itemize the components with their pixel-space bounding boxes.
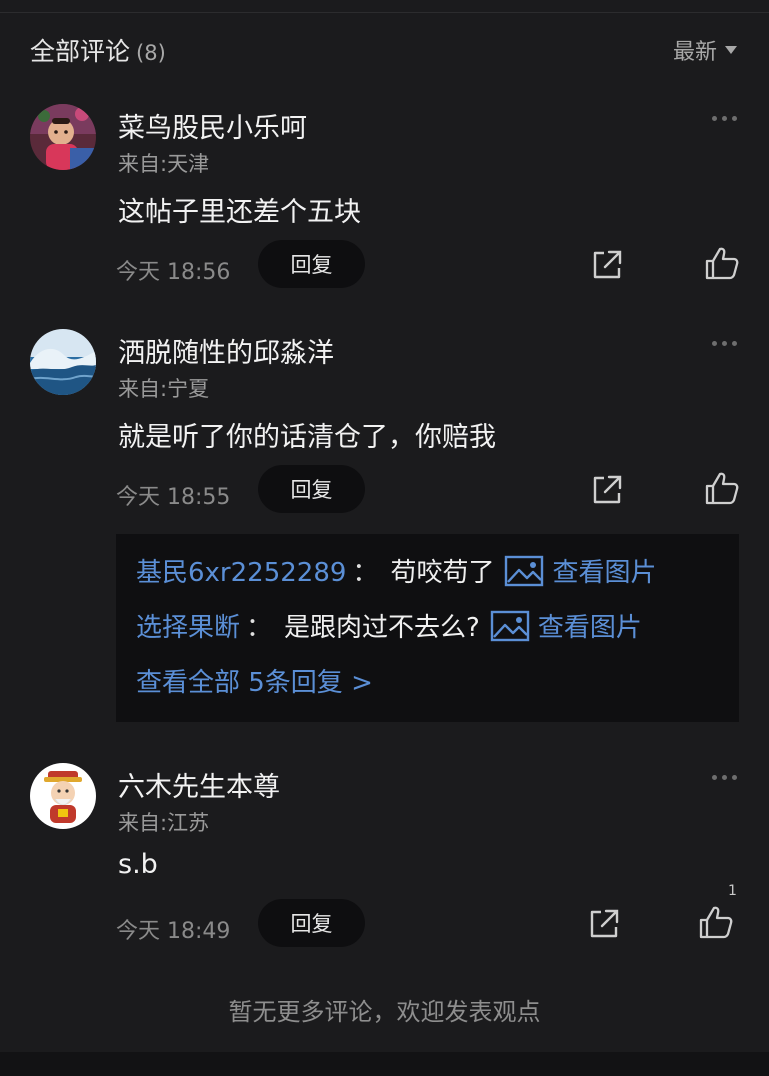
view-image-link[interactable]: 查看图片	[552, 552, 656, 589]
comment-location: 来自:宁夏	[118, 377, 210, 401]
reply-button[interactable]: 回复	[258, 240, 365, 288]
image-icon[interactable]	[490, 610, 530, 642]
comments-title-label: 全部评论	[30, 37, 131, 66]
reply-author[interactable]: 选择果断	[136, 607, 240, 644]
more-options-icon[interactable]	[712, 341, 737, 346]
sort-label: 最新	[672, 40, 717, 65]
reply-button[interactable]: 回复	[258, 899, 365, 947]
avatar[interactable]	[30, 329, 96, 395]
comment-time: 今天 18:55	[116, 485, 231, 510]
comments-header: 全部评论 (8) 最新	[0, 24, 769, 74]
reply-text: 是跟肉过不去么?	[284, 613, 480, 643]
thumbs-up-icon[interactable]	[703, 469, 741, 507]
thumbs-up-icon[interactable]	[703, 244, 741, 282]
reply-text: 苟咬苟了	[390, 558, 495, 588]
thumbs-up-icon[interactable]	[697, 903, 735, 941]
share-icon[interactable]	[590, 473, 624, 507]
comment-content: s.b	[118, 849, 158, 880]
reply-colon: ：	[246, 613, 273, 643]
share-icon[interactable]	[587, 907, 621, 941]
sort-dropdown[interactable]: 最新	[673, 34, 737, 66]
comment-author[interactable]: 六木先生本尊	[118, 765, 280, 804]
comments-title: 全部评论 (8)	[30, 32, 166, 68]
more-options-icon[interactable]	[712, 116, 737, 121]
reply-item[interactable]: 基民6xr2252289 ： 苟咬苟了 查看图片	[136, 552, 656, 589]
reply-item[interactable]: 选择果断 ： 是跟肉过不去么? 查看图片	[136, 607, 642, 644]
comment-time: 今天 18:56	[116, 260, 231, 285]
comment-content: 这帖子里还差个五块	[118, 197, 361, 228]
bottom-bar	[0, 1052, 769, 1076]
reply-button[interactable]: 回复	[258, 465, 365, 513]
image-icon[interactable]	[504, 555, 544, 587]
child-photo-icon	[30, 104, 96, 170]
top-divider	[0, 12, 769, 13]
view-all-replies-link[interactable]: 查看全部 5条回复 >	[136, 662, 373, 699]
no-more-comments-note: 暂无更多评论，欢迎发表观点	[228, 998, 541, 1026]
caret-down-icon	[725, 46, 737, 54]
share-icon[interactable]	[590, 248, 624, 282]
reply-colon: ：	[352, 558, 379, 588]
comment-content: 就是听了你的话清仓了，你赔我	[118, 422, 496, 453]
comment-location: 来自:江苏	[118, 811, 210, 835]
comment-location: 来自:天津	[118, 152, 210, 176]
view-image-link[interactable]: 查看图片	[538, 607, 642, 644]
ocean-wave-icon	[30, 329, 96, 395]
more-options-icon[interactable]	[712, 775, 737, 780]
replies-panel: 基民6xr2252289 ： 苟咬苟了 查看图片 选择果断 ： 是跟肉过不去么?…	[116, 534, 739, 722]
reply-author[interactable]: 基民6xr2252289	[136, 552, 346, 589]
fortune-god-icon	[30, 763, 96, 829]
comments-count: (8)	[136, 41, 166, 65]
avatar[interactable]	[30, 104, 96, 170]
avatar[interactable]	[30, 763, 96, 829]
comment-author[interactable]: 菜鸟股民小乐呵	[118, 106, 307, 145]
comment-author[interactable]: 洒脱随性的邱淼洋	[118, 331, 334, 370]
comment-time: 今天 18:49	[116, 919, 231, 944]
like-count: 1	[728, 883, 737, 899]
